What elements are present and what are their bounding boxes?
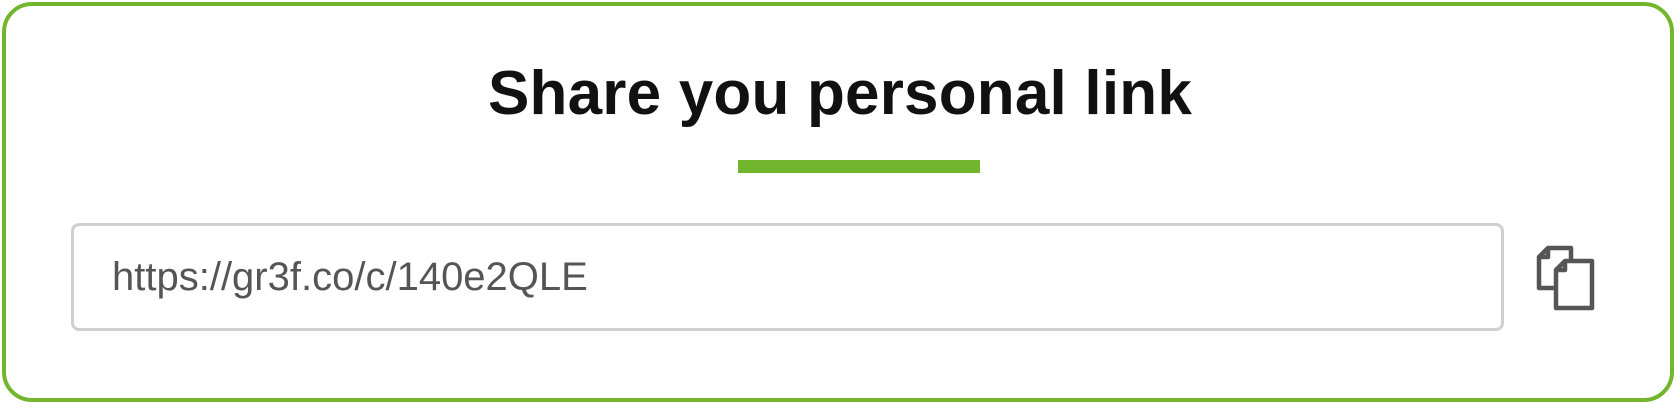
copy-link-button[interactable] [1528,240,1608,320]
copy-icon [1528,240,1608,320]
personal-link-field[interactable] [71,223,1504,331]
share-title: Share you personal link [487,59,1193,128]
share-link-card: Share you personal link [2,2,1674,402]
title-underline [738,160,980,173]
